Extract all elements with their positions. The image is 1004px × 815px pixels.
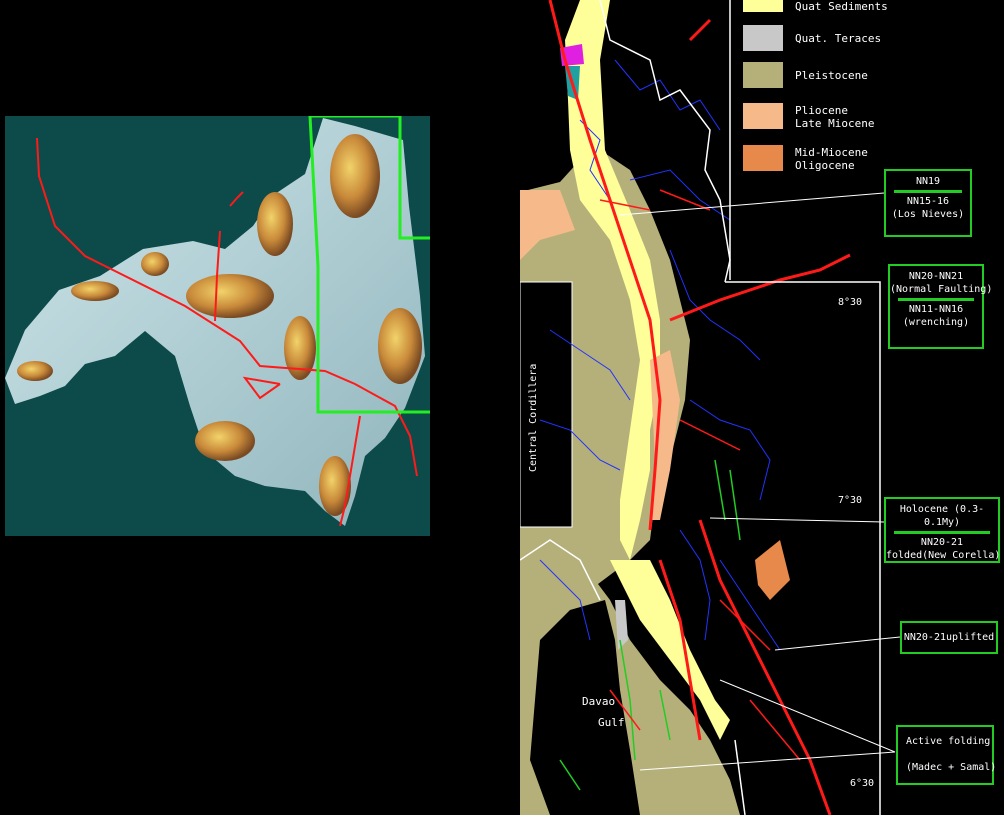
mountain-2 (257, 192, 293, 256)
geologic-map: Quat Sediments Quat. Teraces Pleistocene… (520, 0, 1004, 815)
mountain-4 (141, 252, 169, 276)
legend-swatch-pleistocene (743, 62, 783, 88)
box-nn19-bottom: NN15-16 (Los Nieves) (891, 196, 965, 220)
mountain-5 (71, 281, 119, 301)
latitude-7-30: 7°30 (838, 495, 863, 506)
box-holocene-bottom: NN20-21 folded(New Corella) (886, 537, 1001, 561)
mountain-3 (186, 274, 274, 318)
annotation-box-nn20: NN20-NN21 (Normal Faulting) NN11-NN16 (w… (888, 264, 993, 349)
box-uplifted-text: NN20-21uplifted (903, 632, 995, 643)
legend-label-quat-sediments: Quat Sediments (795, 0, 888, 13)
relief-map (5, 116, 430, 536)
relief-map-drawing (5, 116, 430, 527)
latitude-8-30: 8°30 (838, 297, 863, 308)
annotation-box-holocene: Holocene (0.3-0.1My) NN20-21 folded(New … (884, 497, 1000, 563)
mountain-1 (330, 134, 380, 218)
legend-swatch-quat-sediments (743, 0, 783, 12)
legend-label-pleistocene: Pleistocene (795, 69, 868, 82)
box-nn20-divider (898, 298, 974, 301)
mountain-6 (378, 308, 422, 384)
legend-label-quat-teraces: Quat. Teraces (795, 32, 882, 45)
mountain-9 (319, 456, 351, 516)
box-nn19-top: NN19 (915, 176, 941, 187)
box-nn20-top: NN20-NN21 (Normal Faulting) (890, 271, 993, 295)
mountain-8 (195, 421, 255, 461)
annotation-box-uplifted: NN20-21uplifted (900, 621, 998, 654)
legend-label-pliocene: Pliocene Late Miocene (795, 104, 875, 130)
box-active-text: Active folding (Madec + Samal) (906, 736, 997, 773)
legend-swatch-quat-teraces (743, 25, 783, 51)
box-nn20-bottom: NN11-NN16 (wrenching) (902, 304, 970, 328)
legend-swatch-pliocene (743, 103, 783, 129)
annotation-box-active-folding: Active folding (Madec + Samal) (896, 725, 997, 785)
central-cordillera-area: Central Cordillera (520, 282, 572, 527)
gulf-label: Gulf (598, 716, 625, 729)
legend-swatch-miocene (743, 145, 783, 171)
box-holocene-top: Holocene (0.3-0.1My) (899, 504, 985, 528)
box-nn19-divider (894, 190, 962, 193)
annotation-box-nn19: NN19 NN15-16 (Los Nieves) (884, 169, 972, 237)
latitude-6-30: 6°30 (850, 778, 875, 789)
miocene-unit (755, 540, 790, 600)
mountain-10 (17, 361, 53, 381)
box-holocene-divider (894, 531, 990, 534)
legend-label-miocene: Mid-Miocene Oligocene (795, 146, 868, 172)
central-cordillera-label: Central Cordillera (528, 363, 539, 472)
davao-label: Davao (582, 695, 616, 708)
